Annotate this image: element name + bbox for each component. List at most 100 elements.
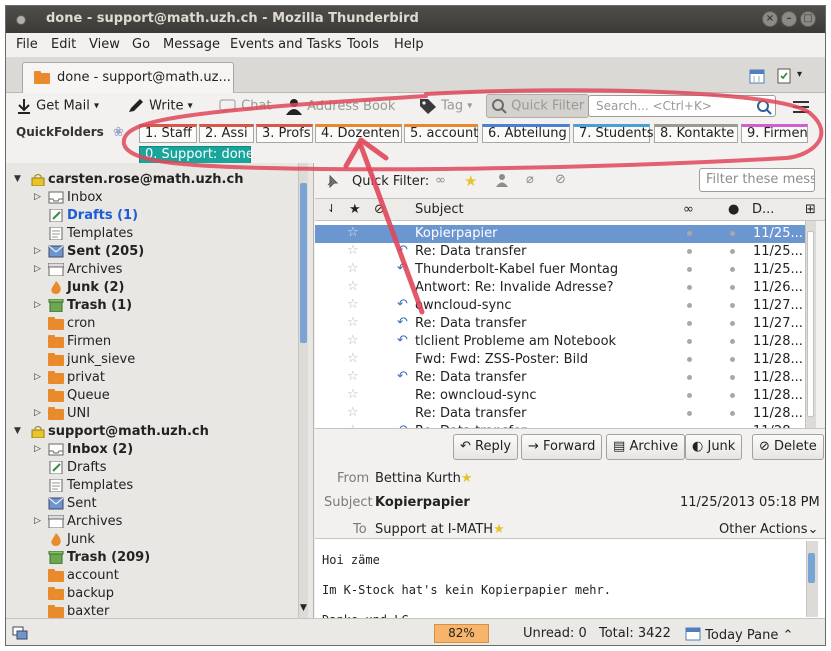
junk-status-dot[interactable] (730, 249, 735, 254)
folder-item[interactable]: junk_sieve (6, 351, 296, 369)
folder-pane-scrollbar[interactable] (298, 163, 308, 618)
folder-item[interactable]: ▷ privat (6, 369, 296, 387)
chevron-down-icon[interactable]: ▾ (467, 101, 472, 112)
folder-item[interactable]: Sent (6, 495, 296, 513)
read-status-dot[interactable] (687, 393, 692, 398)
attachment-column-icon[interactable]: ⊘ (374, 202, 385, 217)
folder-item[interactable]: account (6, 567, 296, 585)
chevron-down-icon[interactable]: ▼ (14, 174, 24, 184)
chevron-right-icon[interactable]: ▷ (34, 408, 44, 418)
zoom-level[interactable]: 82% (434, 624, 489, 643)
junk-status-dot[interactable] (730, 411, 735, 416)
folder-item[interactable]: Junk (6, 531, 296, 549)
reply-button[interactable]: ↶ Reply (453, 434, 519, 460)
junk-status-dot[interactable] (730, 267, 735, 272)
thread-row[interactable]: ☆ ↶ owncloud-sync 11/27... (315, 297, 805, 315)
junk-status-dot[interactable] (730, 321, 735, 326)
chat-button[interactable]: Chat (219, 98, 272, 114)
thread-column-icon[interactable]: ⇃ (327, 202, 336, 215)
close-window-icon[interactable]: × (762, 11, 778, 27)
read-column-icon[interactable]: ∞ (683, 202, 694, 217)
unread-filter-icon[interactable]: ∞ (435, 173, 446, 188)
read-status-dot[interactable] (687, 321, 692, 326)
account-row[interactable]: ▼ support@math.uzh.ch (6, 423, 296, 441)
contact-filter-icon[interactable] (495, 173, 509, 187)
quickfolder-tab[interactable]: 8. Kontakte (654, 124, 738, 143)
folder-item[interactable]: Templates (6, 225, 296, 243)
chevron-right-icon[interactable]: ▷ (34, 516, 44, 526)
quickfolder-tab[interactable]: 4. Dozenten (315, 124, 402, 143)
get-mail-button[interactable]: Get Mail ▾ (16, 98, 99, 114)
folder-item[interactable]: ▷ Sent (205) (6, 243, 296, 261)
junk-column-icon[interactable]: ● (728, 202, 739, 217)
date-column-header[interactable]: D... (752, 202, 774, 217)
quick-filter-button[interactable]: Quick Filter (486, 94, 590, 118)
read-status-dot[interactable] (687, 375, 692, 380)
chevron-down-icon[interactable]: ▾ (188, 101, 193, 112)
quickfolder-tab[interactable]: 2. Assi (199, 124, 254, 143)
thread-row[interactable]: ☆ Re: Data transfer 11/28... (315, 405, 805, 423)
search-icon[interactable] (756, 99, 772, 115)
thread-list-scroll-thumb[interactable] (807, 231, 814, 417)
star-icon[interactable]: ☆ (347, 243, 359, 258)
thread-row[interactable]: ☆ Antwort: Re: Invalide Adresse? 11/26... (315, 279, 805, 297)
menu-tools[interactable]: Tools (347, 37, 379, 52)
chevron-down-icon[interactable]: ▼ (14, 426, 24, 436)
star-icon[interactable]: ☆ (347, 225, 359, 240)
calendar-tab-icon[interactable] (749, 68, 765, 84)
thread-row[interactable]: ☆ ↶ Re: Data transfer 11/25... (315, 243, 805, 261)
junk-status-dot[interactable] (730, 231, 735, 236)
thread-list-scrollbar[interactable] (805, 221, 816, 428)
thread-row[interactable]: ☆ Fwd: Fwd: ZSS-Poster: Bild 11/28... (315, 351, 805, 369)
column-picker-icon[interactable]: ⊞ (805, 202, 816, 217)
tag-button[interactable]: Tag ▾ (419, 98, 472, 114)
read-status-dot[interactable] (687, 303, 692, 308)
delete-button[interactable]: ⊘ Delete (752, 434, 824, 460)
minimize-window-icon[interactable]: – (781, 11, 797, 27)
chevron-right-icon[interactable]: ▷ (34, 192, 44, 202)
quickfolder-tab[interactable]: 7. Students (573, 124, 653, 143)
search-input[interactable]: Search... <Ctrl+K> (588, 95, 776, 117)
read-status-dot[interactable] (687, 411, 692, 416)
thread-row[interactable]: ☆ ↶ Re: Data transfer 11/27... (315, 315, 805, 333)
archive-button[interactable]: ▤ Archive (606, 434, 686, 460)
star-column-icon[interactable]: ★ (349, 202, 361, 217)
subject-column-header[interactable]: Subject (415, 202, 464, 217)
folder-item[interactable]: Trash (209) (6, 549, 296, 567)
account-row[interactable]: ▼ carsten.rose@math.uzh.ch (6, 171, 296, 189)
write-button[interactable]: Write ▾ (127, 98, 193, 114)
star-icon[interactable]: ☆ (347, 297, 359, 312)
junk-status-dot[interactable] (730, 285, 735, 290)
folder-pane-scroll-thumb[interactable] (300, 183, 307, 343)
folder-item[interactable]: cron (6, 315, 296, 333)
quickfolder-tab[interactable]: 1. Staff (139, 124, 197, 143)
thread-row[interactable]: ☆ ↶ Thunderbolt-Kabel fuer Montag 11/25... (315, 261, 805, 279)
read-status-dot[interactable] (687, 267, 692, 272)
chevron-right-icon[interactable]: ▷ (34, 444, 44, 454)
folder-item[interactable]: Templates (6, 477, 296, 495)
chevron-down-icon[interactable]: ▾ (94, 101, 99, 112)
quickfolders-options-icon[interactable]: ❀ (113, 125, 124, 140)
maximize-window-icon[interactable]: □ (800, 11, 816, 27)
quickfolder-tab[interactable]: 5. account (404, 124, 478, 143)
chevron-right-icon[interactable]: ▷ (34, 372, 44, 382)
quickfolder-tab[interactable]: 3. Profs (256, 124, 313, 143)
activity-icon[interactable] (12, 626, 28, 640)
star-icon[interactable]: ★ (461, 471, 473, 486)
thread-row[interactable]: ☆ ↶ tlclient Probleme am Notebook 11/28... (315, 333, 805, 351)
read-status-dot[interactable] (687, 339, 692, 344)
folder-item[interactable]: backup (6, 585, 296, 603)
folder-item[interactable]: ▷ Trash (1) (6, 297, 296, 315)
thread-row[interactable]: ☆ ↶ Re: Data transfer 11/28... (315, 369, 805, 387)
menu-edit[interactable]: Edit (51, 37, 76, 52)
thread-row[interactable]: ☆ Re: owncloud-sync 11/28... (315, 387, 805, 405)
starred-filter-icon[interactable]: ★ (464, 172, 477, 190)
folder-item[interactable]: Queue (6, 387, 296, 405)
chevron-right-icon[interactable]: ▷ (34, 246, 44, 256)
from-value[interactable]: Bettina Kurth★ (375, 471, 473, 486)
message-body-scroll-thumb[interactable] (808, 553, 815, 583)
star-icon[interactable]: ☆ (347, 279, 359, 294)
folder-item[interactable]: Junk (2) (6, 279, 296, 297)
other-actions-button[interactable]: Other Actions⌄ (719, 522, 818, 537)
star-icon[interactable]: ☆ (347, 351, 359, 366)
